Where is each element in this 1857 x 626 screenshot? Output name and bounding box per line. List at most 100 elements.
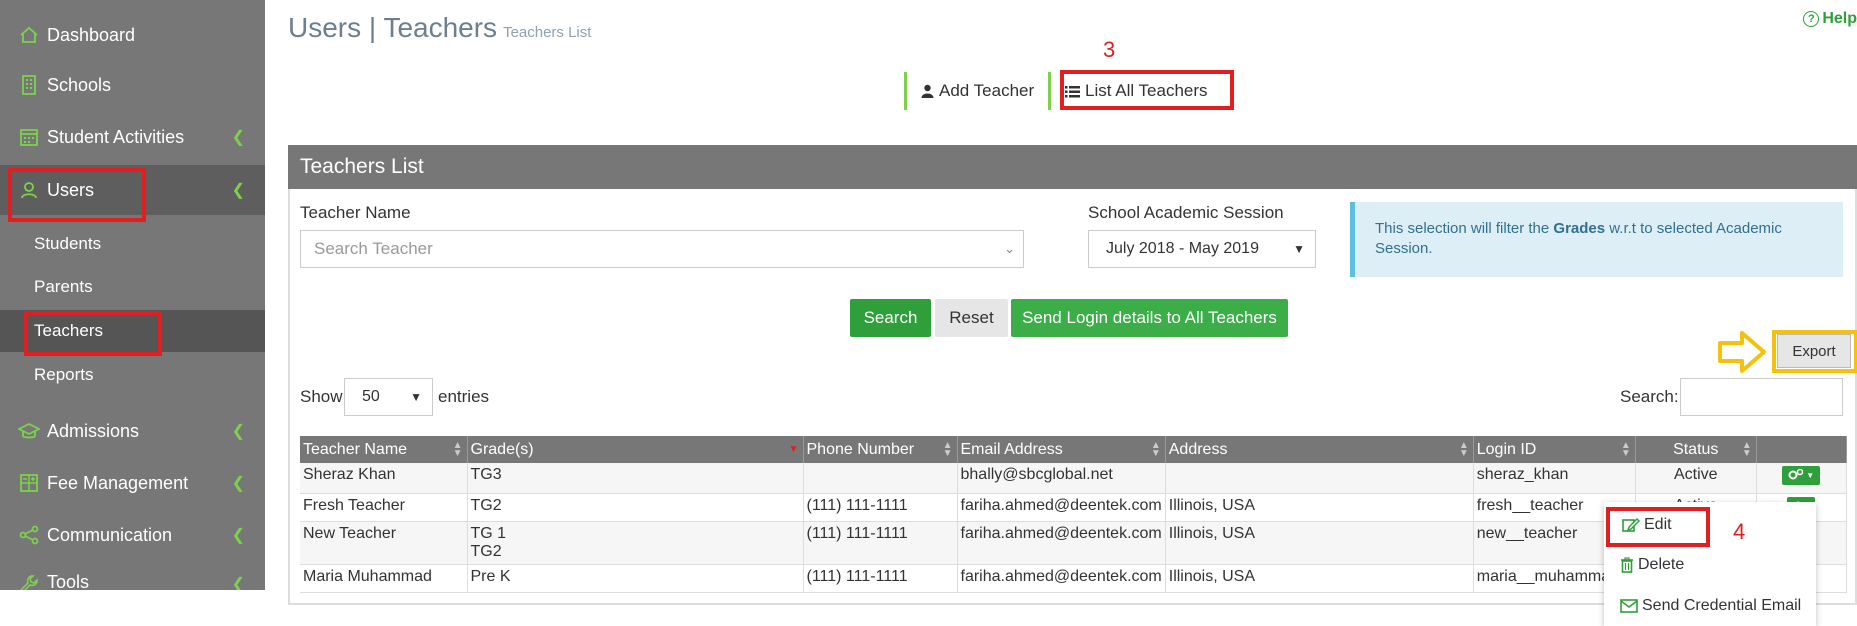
sidebar-item-admissions[interactable]: Admissions ❮ (0, 406, 265, 456)
actions-button[interactable]: ▼ (1782, 466, 1821, 485)
sidebar-item-schools[interactable]: Schools (0, 60, 265, 110)
column-header-label: Address (1168, 440, 1228, 458)
caret-down-icon: ▼ (1293, 242, 1305, 256)
column-header[interactable]: Email Address ▲ ▼ (957, 436, 1166, 463)
menu-item-send-credential-email[interactable]: Send Credential Email (1620, 597, 1801, 615)
chevron-left-icon: ❮ (231, 182, 245, 199)
cell-email: fariha.ahmed@deentek.com (957, 564, 1166, 593)
column-header-actions (1756, 436, 1847, 463)
column-header[interactable]: Status ▲ ▼ (1635, 436, 1757, 463)
cell-status: Active (1635, 463, 1757, 494)
sidebar-item-student-activities[interactable]: Student Activities ❮ (0, 112, 265, 162)
sidebar-item-label: Communication (47, 524, 173, 545)
calculator-icon (17, 471, 41, 495)
search-teacher-input[interactable]: Search Teacher ⌄ (300, 230, 1024, 268)
sidebar-subitem-reports[interactable]: Reports (0, 354, 265, 396)
menu-item-label: Send Credential Email (1642, 597, 1802, 614)
cell-email: fariha.ahmed@deentek.com (957, 493, 1166, 522)
envelope-icon (1620, 599, 1638, 613)
academic-session-value: July 2018 - May 2019 (1106, 240, 1259, 257)
sidebar-item-communication[interactable]: Communication ❮ (0, 510, 265, 560)
cell-name: New Teacher (300, 521, 468, 565)
cell-name: Fresh Teacher (300, 493, 468, 522)
show-label: Show (300, 387, 343, 406)
reset-button[interactable]: Reset (935, 299, 1008, 337)
sidebar-subitem-students[interactable]: Students (0, 223, 265, 265)
caret-down-icon: ▼ (410, 390, 422, 404)
table-search-label: Search: (1620, 387, 1679, 406)
column-header[interactable]: Login ID ▲ ▼ (1473, 436, 1636, 463)
sidebar-item-fee-management[interactable]: Fee Management ❮ (0, 458, 265, 508)
step-annotation-3: 3 (1103, 37, 1116, 62)
arrow-right-icon (1718, 330, 1766, 379)
column-header[interactable]: Phone Number ▲ ▼ (803, 436, 958, 463)
entries-value: 50 (362, 388, 380, 405)
grade-line: TG 1 (470, 524, 507, 542)
share-icon (17, 523, 41, 547)
column-header-label: Email Address (960, 440, 1063, 458)
gears-icon (1788, 468, 1804, 483)
page-title-text: Users | Teachers (288, 12, 498, 43)
sidebar-subitem-parents[interactable]: Parents (0, 266, 265, 308)
sidebar-subitem-label: Reports (34, 365, 94, 384)
sort-icon: ▲ ▼ (1620, 439, 1631, 459)
column-header-label: Teacher Name (303, 440, 408, 458)
menu-item-delete[interactable]: Delete (1620, 556, 1684, 574)
sidebar: Dashboard Schools Student Activities ❮ U… (0, 0, 265, 590)
academic-session-select[interactable]: July 2018 - May 2019 ▼ (1088, 230, 1316, 268)
add-teacher-button[interactable]: Add Teacher (904, 72, 1049, 110)
cell-address: Illinois, USA (1165, 493, 1474, 522)
help-link[interactable]: ? Help (1803, 10, 1857, 28)
sidebar-item-dashboard[interactable]: Dashboard (0, 10, 265, 60)
help-label: Help (1822, 10, 1857, 27)
sidebar-item-label: Admissions (47, 420, 140, 441)
info-text-bold: Grades (1553, 220, 1606, 237)
session-info-alert: This selection will filter the Grades w.… (1350, 202, 1843, 277)
column-header[interactable]: Address ▲ ▼ (1165, 436, 1474, 463)
sort-icon: ▲ ▼ (1150, 439, 1161, 459)
grade-line: TG2 (470, 542, 502, 560)
caret-down-icon: ▼ (1806, 471, 1815, 480)
column-header[interactable]: Grade(s) ▼ (467, 436, 804, 463)
column-header-label: Status (1673, 440, 1719, 458)
highlight-edit (1606, 507, 1710, 547)
send-login-details-button[interactable]: Send Login details to All Teachers (1011, 299, 1288, 337)
session-label: School Academic Session (1088, 203, 1284, 222)
user-icon (921, 84, 934, 98)
column-header-label: Grade(s) (470, 440, 534, 458)
menu-item-label: Delete (1638, 556, 1685, 573)
graduation-cap-icon (17, 419, 41, 443)
cell-grade: TG2 (467, 493, 804, 522)
table-search-input[interactable] (1680, 378, 1843, 416)
cell-grade: TG3 (467, 463, 804, 494)
column-header[interactable]: Teacher Name ▲ ▼ (300, 436, 468, 463)
entries-label: entries (438, 387, 490, 406)
chevron-left-icon: ❮ (231, 576, 245, 590)
search-button[interactable]: Search (850, 299, 931, 337)
cell-email: bhally@sbcglobal.net (957, 463, 1166, 494)
building-icon (17, 73, 41, 97)
sidebar-item-label: Dashboard (47, 24, 136, 45)
cell-email: fariha.ahmed@deentek.com (957, 521, 1166, 565)
highlight-list-all-teachers (1060, 70, 1234, 110)
sort-icon: ▲ ▼ (1741, 439, 1752, 459)
sidebar-item-label: Tools (47, 572, 90, 590)
column-header-label: Phone Number (806, 440, 915, 458)
chevron-left-icon: ❮ (231, 527, 245, 544)
chevron-left-icon: ❮ (231, 423, 245, 440)
table-header-row: Teacher Name ▲ ▼ Grade(s) ▼ Phone Number ▲ ▼ … (300, 436, 1847, 463)
home-icon (17, 23, 41, 47)
cell-actions: ▼ (1756, 463, 1847, 494)
highlight-export (1772, 330, 1857, 373)
cell-phone: (111) 111-1111 (803, 564, 958, 593)
chevron-down-icon: ⌄ (1004, 241, 1015, 256)
cell-grade: Pre K (467, 564, 804, 593)
sidebar-item-tools[interactable]: Tools ❮ (0, 562, 265, 590)
teacher-name-label: Teacher Name (300, 203, 411, 222)
table-row: Sheraz Khan TG3 bhally@sbcglobal.net she… (300, 463, 1847, 494)
chevron-left-icon: ❮ (231, 129, 245, 146)
cell-address (1165, 463, 1474, 494)
column-header-label: Login ID (1476, 440, 1537, 458)
entries-select[interactable]: 50 ▼ (344, 378, 433, 416)
highlight-users (8, 168, 146, 222)
